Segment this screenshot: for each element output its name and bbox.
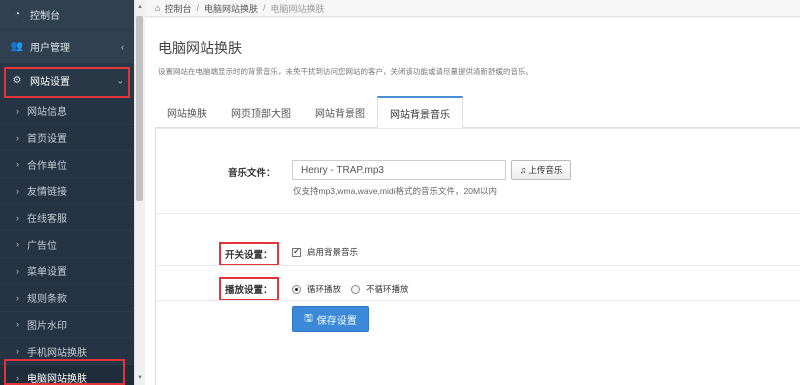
settings-panel: 音乐文件： ♫ 上传音乐 仅支持mp3,wma,wave,midi格式的音乐文件… xyxy=(155,128,800,385)
sidebar: ◔ 控制台 👥 用户管理 ‹ ⚙ 网站设置 ⌄ › 网站信息 › 首页设置 › 合作单… xyxy=(0,0,134,385)
music-file-field[interactable] xyxy=(292,160,506,180)
sidebar-item-links[interactable]: › 友情链接 xyxy=(0,178,134,205)
tab-header-image[interactable]: 网页顶部大图 xyxy=(219,96,303,128)
music-note-icon: ♫ xyxy=(519,165,527,175)
tab-background-image[interactable]: 网站背景图 xyxy=(303,96,377,128)
sidebar-item-mobile-skin[interactable]: › 手机网站换肤 xyxy=(0,338,134,365)
no-loop-play-radio[interactable]: 不循环播放 xyxy=(351,283,409,295)
play-settings-label: 播放设置： xyxy=(219,277,279,301)
main-content: 电脑网站换肤 设置网站在电脑端显示时的背景音乐，未免干扰到访问您网站的客户，关闭… xyxy=(145,18,800,385)
chevron-right-icon: › xyxy=(16,212,19,223)
chevron-right-icon: › xyxy=(16,132,19,143)
chevron-right-icon: › xyxy=(16,105,19,116)
loop-play-radio[interactable]: 循环播放 xyxy=(292,283,341,295)
save-settings-button[interactable]: 🖫 保存设置 xyxy=(292,306,369,332)
settings-icon: ⚙ xyxy=(12,75,22,86)
sidebar-item-dashboard[interactable]: ◔ 控制台 xyxy=(0,0,134,30)
breadcrumb-home[interactable]: 控制台 xyxy=(164,2,191,15)
save-settings-label: 保存设置 xyxy=(316,315,357,327)
page-description: 设置网站在电脑端显示时的背景音乐，未免干扰到访问您网站的客户，关闭该功能或请尽量… xyxy=(158,67,533,76)
breadcrumb: ⌂ 控制台 / 电脑网站换肤 / 电脑网站换肤 xyxy=(145,0,800,17)
switch-settings-label: 开关设置： xyxy=(219,242,279,266)
sidebar-item-label: 在线客服 xyxy=(27,214,67,226)
radio-icon[interactable] xyxy=(351,284,360,294)
sidebar-item-terms[interactable]: › 规则条款 xyxy=(0,285,134,312)
upload-music-label: 上传音乐 xyxy=(528,165,563,175)
chevron-left-icon: ‹ xyxy=(121,41,124,52)
breadcrumb-current: 电脑网站换肤 xyxy=(270,3,325,14)
chevron-right-icon: › xyxy=(16,319,19,330)
sidebar-item-label: 图片水印 xyxy=(27,320,67,332)
sidebar-item-pc-skin[interactable]: › 电脑网站换肤 xyxy=(0,364,134,385)
breadcrumb-level1[interactable]: 电脑网站换肤 xyxy=(204,2,258,15)
sidebar-item-label: 首页设置 xyxy=(27,134,67,146)
chevron-right-icon: › xyxy=(16,292,19,303)
scroll-up-icon[interactable]: ▲ xyxy=(135,2,145,12)
music-file-label: 音乐文件： xyxy=(228,168,276,179)
divider xyxy=(156,265,800,266)
sidebar-item-label: 手机网站换肤 xyxy=(27,347,87,359)
chevron-right-icon: › xyxy=(16,239,19,250)
scrollbar-thumb[interactable] xyxy=(136,16,143,201)
chevron-right-icon: › xyxy=(16,372,19,383)
enable-bgm-checkbox[interactable]: 启用背景音乐 xyxy=(292,246,358,258)
breadcrumb-separator: / xyxy=(196,3,199,13)
chevron-right-icon: › xyxy=(16,159,19,170)
sidebar-item-label: 网站信息 xyxy=(27,107,67,119)
chevron-right-icon: › xyxy=(16,265,19,276)
divider xyxy=(156,128,800,129)
checkbox-icon[interactable] xyxy=(292,246,301,257)
save-icon: 🖫 xyxy=(304,312,313,324)
enable-bgm-label: 启用背景音乐 xyxy=(307,247,359,257)
no-loop-play-label: 不循环播放 xyxy=(366,284,409,294)
loop-play-label: 循环播放 xyxy=(307,284,342,294)
upload-music-button[interactable]: ♫ 上传音乐 xyxy=(511,160,571,180)
sidebar-item-label: 网站设置 xyxy=(30,77,70,88)
sidebar-item-label: 广告位 xyxy=(27,240,57,252)
sidebar-item-watermark[interactable]: › 图片水印 xyxy=(0,312,134,339)
divider xyxy=(156,213,800,214)
sidebar-submenu: › 网站信息 › 首页设置 › 合作单位 › 友情链接 › 在线客服 › 广告位 › 菜单设置… xyxy=(0,98,134,385)
dashboard-icon: ◔ xyxy=(13,9,21,20)
sidebar-item-support[interactable]: › 在线客服 xyxy=(0,205,134,232)
sidebar-item-label: 电脑网站换肤 xyxy=(27,374,87,385)
sidebar-item-partners[interactable]: › 合作单位 xyxy=(0,151,134,179)
scroll-down-icon[interactable]: ▼ xyxy=(135,373,145,383)
tab-site-skin[interactable]: 网站换肤 xyxy=(155,96,219,128)
sidebar-item-label: 合作单位 xyxy=(27,160,67,172)
breadcrumb-separator: / xyxy=(262,3,266,13)
sidebar-item-home-settings[interactable]: › 首页设置 xyxy=(0,125,134,152)
tab-bar: 网站换肤 网页顶部大图 网站背景图 网站背景音乐 xyxy=(155,96,800,129)
sidebar-item-site-settings[interactable]: ⚙ 网站设置 ⌄ xyxy=(0,64,134,98)
divider xyxy=(156,300,800,301)
users-icon: 👥 xyxy=(10,41,24,52)
sidebar-item-site-info[interactable]: › 网站信息 xyxy=(0,98,134,125)
chevron-down-icon: ⌄ xyxy=(116,75,124,85)
page-title: 电脑网站换肤 xyxy=(158,40,242,56)
chevron-right-icon: › xyxy=(16,185,19,196)
sidebar-item-label: 控制台 xyxy=(30,11,60,22)
sidebar-item-users[interactable]: 👥 用户管理 ‹ xyxy=(0,30,134,64)
tab-background-music[interactable]: 网站背景音乐 xyxy=(377,96,463,129)
sidebar-scrollbar[interactable]: ▲ ▼ xyxy=(134,0,144,385)
radio-icon[interactable] xyxy=(292,284,301,294)
chevron-right-icon: › xyxy=(16,346,19,357)
sidebar-item-ads[interactable]: › 广告位 xyxy=(0,231,134,259)
sidebar-item-label: 友情链接 xyxy=(27,187,67,199)
sidebar-item-label: 规则条款 xyxy=(27,294,67,306)
sidebar-item-menu[interactable]: › 菜单设置 xyxy=(0,258,134,285)
music-help-text: 仅支持mp3,wma,wave,midi格式的音乐文件，20M以内 xyxy=(293,186,498,196)
sidebar-item-label: 菜单设置 xyxy=(27,267,67,279)
home-icon: ⌂ xyxy=(155,3,161,13)
sidebar-item-label: 用户管理 xyxy=(30,43,70,54)
